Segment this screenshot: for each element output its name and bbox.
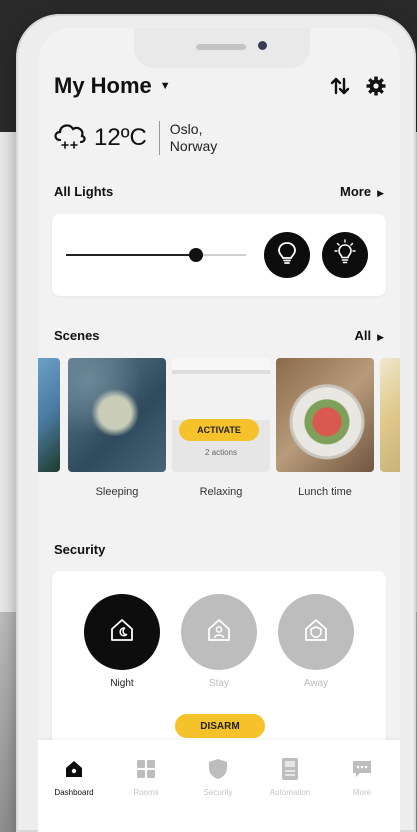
bulb-on-icon: [331, 238, 359, 272]
chevron-right-icon: ▶: [377, 332, 384, 342]
weather-divider: [158, 120, 160, 155]
tab-rooms[interactable]: Rooms: [110, 758, 182, 797]
caret-down-icon[interactable]: ▼: [160, 80, 171, 92]
scene-label-relaxing: Relaxing: [199, 486, 243, 498]
bottom-tab-bar: Dashboard Rooms Security Automation More: [38, 740, 400, 832]
security-stay-label: Stay: [208, 678, 229, 689]
cloud-snow-icon: [52, 120, 88, 155]
security-night-label: Night: [110, 678, 134, 689]
shield-icon: [182, 758, 254, 780]
tab-automation[interactable]: Automation: [254, 758, 326, 797]
security-night-button[interactable]: [84, 594, 160, 670]
scene-card-sleeping[interactable]: [68, 358, 166, 472]
app-screen: My Home ▼ 12ºC Oslo, Norway All Lights M…: [38, 28, 400, 832]
house-shield-icon: [302, 616, 330, 649]
brightness-slider-handle[interactable]: [188, 248, 203, 262]
location-country: Norway: [169, 137, 218, 154]
scenes-all-label: All: [354, 328, 372, 343]
scene-card-partial-left[interactable]: [38, 358, 60, 472]
scenes-section-header: Scenes All ▶: [54, 328, 384, 343]
lights-on-button[interactable]: [322, 232, 368, 278]
lights-more-link[interactable]: More ▶: [340, 184, 384, 199]
lights-more-label: More: [340, 184, 372, 199]
gear-icon[interactable]: [366, 76, 386, 96]
brightness-slider[interactable]: [66, 248, 246, 262]
lights-section-title: All Lights: [54, 184, 114, 199]
home-icon: [38, 758, 110, 780]
phone-notch: [134, 28, 310, 68]
bulb-icon: [276, 241, 298, 270]
security-section-header: Security: [54, 542, 384, 557]
scene-card-relaxing[interactable]: ACTIVATE 2 actions: [172, 358, 270, 472]
tab-label-dashboard: Dashboard: [54, 788, 94, 797]
brightness-slider-fill: [66, 254, 196, 256]
tab-label-rooms: Rooms: [133, 788, 159, 797]
speaker: [196, 44, 246, 50]
lights-section-header: All Lights More ▶: [54, 184, 384, 199]
house-person-icon: [205, 616, 233, 649]
disarm-button[interactable]: DISARM: [175, 714, 265, 738]
scenes-section-title: Scenes: [54, 328, 100, 343]
device-icon: [254, 758, 326, 780]
chevron-right-icon: ▶: [377, 188, 384, 198]
front-camera: [258, 41, 267, 50]
tab-label-more: More: [352, 788, 372, 797]
tab-dashboard[interactable]: Dashboard: [38, 758, 110, 797]
activate-scene-button[interactable]: ACTIVATE: [179, 419, 259, 441]
chat-icon: [326, 758, 398, 780]
security-stay-button[interactable]: [181, 594, 257, 670]
security-away-button[interactable]: [278, 594, 354, 670]
home-title[interactable]: My Home: [54, 73, 152, 99]
location: Oslo, Norway: [170, 121, 217, 155]
temperature: 12ºC: [94, 123, 147, 151]
tab-label-security: Security: [203, 788, 233, 797]
weather-widget: 12ºC Oslo, Norway: [52, 120, 217, 155]
scene-label-sleeping: Sleeping: [95, 486, 139, 498]
scenes-all-link[interactable]: All ▶: [354, 328, 384, 343]
scene-card-lunch-time[interactable]: [276, 358, 374, 472]
scene-card-partial-right[interactable]: [380, 358, 400, 472]
scene-actions-count: 2 actions: [204, 448, 238, 457]
scene-label-lunch-time: Lunch time: [298, 486, 352, 498]
security-section-title: Security: [54, 542, 106, 557]
lights-card: [52, 214, 386, 296]
grid-icon: [110, 758, 182, 780]
tab-more[interactable]: More: [326, 758, 398, 797]
house-moon-icon: [108, 616, 136, 649]
swap-arrows-icon[interactable]: [330, 77, 350, 95]
tab-security[interactable]: Security: [182, 758, 254, 797]
lights-off-button[interactable]: [264, 232, 310, 278]
security-away-label: Away: [303, 678, 329, 689]
tab-label-automation: Automation: [269, 788, 311, 797]
location-city: Oslo,: [169, 120, 203, 137]
app-header: My Home ▼: [54, 70, 386, 102]
